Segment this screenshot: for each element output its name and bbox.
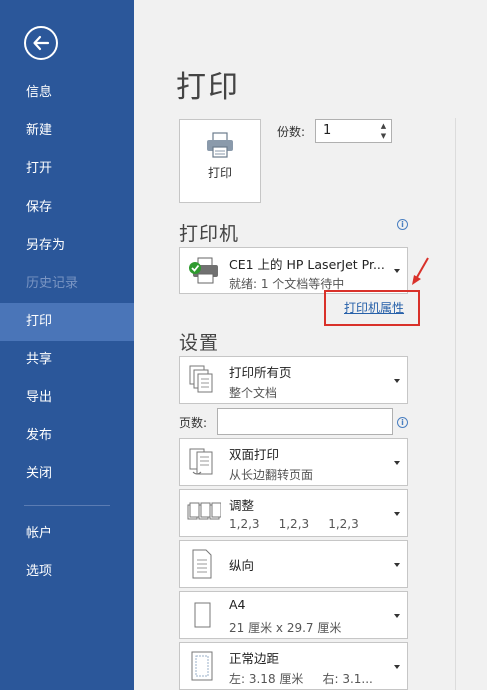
sidebar-item-account[interactable]: 帐户 xyxy=(0,515,134,553)
pages-label: 页数: xyxy=(179,416,208,430)
paper-size-label: A4 xyxy=(229,597,246,612)
sidebar-item-export[interactable]: 导出 xyxy=(0,379,134,417)
paper-size-detail: 21 厘米 x 29.7 厘米 xyxy=(229,621,342,635)
settings-section-title: 设置 xyxy=(179,332,220,354)
sidebar-item-save[interactable]: 保存 xyxy=(0,189,134,227)
paper-size-icon xyxy=(194,602,211,628)
printer-info-icon[interactable]: i xyxy=(397,219,408,230)
duplex-icon xyxy=(189,448,213,475)
chevron-down-icon xyxy=(394,614,400,618)
print-range-label: 打印所有页 xyxy=(229,365,292,380)
chevron-down-icon xyxy=(394,512,400,516)
collate-label: 调整 xyxy=(229,498,255,513)
page-title: 打印 xyxy=(176,70,240,105)
sidebar-divider xyxy=(24,505,110,506)
copies-input[interactable]: 1 ▲ ▼ xyxy=(315,119,392,143)
printer-ready-icon xyxy=(189,257,218,284)
margins-icon xyxy=(191,651,213,681)
printer-icon xyxy=(207,132,233,158)
arrow-left-icon xyxy=(33,35,50,51)
margins-label: 正常边距 xyxy=(229,651,280,666)
printer-section-title: 打印机 xyxy=(179,223,240,245)
sidebar-item-new[interactable]: 新建 xyxy=(0,112,134,150)
print-button[interactable]: 打印 xyxy=(179,119,261,203)
printer-dropdown[interactable]: CE1 上的 HP LaserJet Pr... 就绪: 1 个文档等待中 xyxy=(179,247,408,294)
sidebar-item-open[interactable]: 打开 xyxy=(0,150,134,188)
pages-info-icon[interactable]: i xyxy=(397,417,408,428)
spin-up-icon[interactable]: ▲ xyxy=(379,122,388,131)
chevron-down-icon xyxy=(394,461,400,465)
chevron-down-icon xyxy=(394,379,400,383)
sidebar-item-history: 历史记录 xyxy=(26,276,79,291)
sidebar-item-print[interactable]: 打印 xyxy=(0,303,134,341)
collate-dropdown[interactable]: 调整 1,2,3 1,2,3 1,2,3 xyxy=(179,489,408,537)
spin-down-icon[interactable]: ▼ xyxy=(379,132,388,141)
backstage-sidebar: 信息 新建 打开 保存 另存为 历史记录 打印 共享 导出 发布 关闭 帐户 选… xyxy=(0,0,134,690)
sidebar-item-save-as[interactable]: 另存为 xyxy=(0,227,134,265)
margins-detail: 左: 3.18 厘米 右: 3.1... xyxy=(229,672,373,686)
preview-divider xyxy=(455,118,456,690)
print-range-detail: 整个文档 xyxy=(229,386,278,400)
printer-name: CE1 上的 HP LaserJet Pr... xyxy=(229,257,385,272)
sidebar-item-close[interactable]: 关闭 xyxy=(0,455,134,493)
sidebar-item-publish[interactable]: 发布 xyxy=(0,417,134,455)
sidebar-item-share[interactable]: 共享 xyxy=(0,341,134,379)
print-button-label: 打印 xyxy=(207,166,232,180)
copies-label: 份数: xyxy=(277,125,306,139)
paper-size-dropdown[interactable]: A4 21 厘米 x 29.7 厘米 xyxy=(179,591,408,639)
chevron-down-icon xyxy=(394,665,400,669)
margins-dropdown[interactable]: 正常边距 左: 3.18 厘米 右: 3.1... xyxy=(179,642,408,690)
pages-stack-icon xyxy=(189,365,213,393)
red-arrow-icon xyxy=(412,257,429,285)
sidebar-item-info[interactable]: 信息 xyxy=(0,74,134,112)
chevron-down-icon xyxy=(394,563,400,567)
duplex-detail: 从长边翻转页面 xyxy=(229,468,314,482)
chevron-down-icon xyxy=(394,269,400,273)
orientation-label: 纵向 xyxy=(229,558,255,573)
duplex-label: 双面打印 xyxy=(229,447,280,462)
copies-value: 1 xyxy=(323,123,332,138)
duplex-dropdown[interactable]: 双面打印 从长边翻转页面 xyxy=(179,438,408,486)
sidebar-item-options[interactable]: 选项 xyxy=(0,553,134,591)
pages-input[interactable] xyxy=(217,408,393,435)
back-button[interactable] xyxy=(24,26,58,60)
collate-detail: 1,2,3 1,2,3 1,2,3 xyxy=(229,517,359,531)
print-range-dropdown[interactable]: 打印所有页 整个文档 xyxy=(179,356,408,404)
collate-icon xyxy=(187,502,221,520)
printer-properties-link[interactable]: 打印机属性 xyxy=(344,299,404,316)
portrait-page-icon xyxy=(192,549,212,579)
orientation-dropdown[interactable]: 纵向 xyxy=(179,540,408,588)
